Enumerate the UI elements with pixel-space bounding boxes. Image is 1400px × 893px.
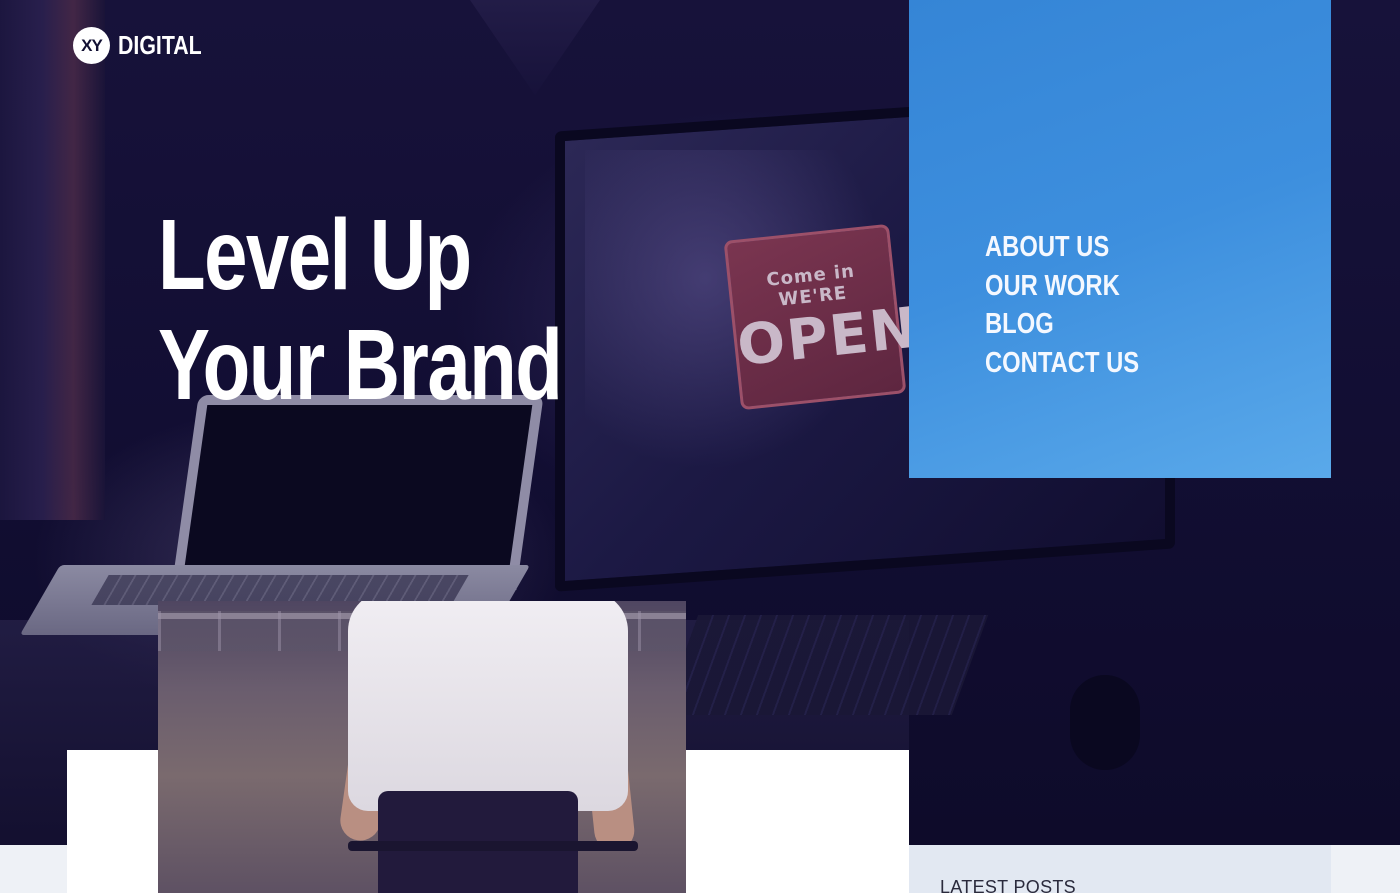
- nav-item-our-work[interactable]: OUR WORK: [985, 267, 1139, 306]
- photo-stick: [348, 841, 638, 851]
- open-sign-big-text: OPEN: [734, 295, 922, 380]
- laptop-screen: [171, 395, 544, 590]
- logo-text: DIGITAL: [118, 30, 202, 60]
- nav-list: ABOUT US OUR WORK BLOG CONTACT US: [985, 228, 1173, 382]
- nav-item-contact-us[interactable]: CONTACT US: [985, 344, 1139, 383]
- logo-badge: XY: [73, 27, 110, 64]
- nav-item-about-us[interactable]: ABOUT US: [985, 228, 1139, 267]
- latest-posts-panel: LATEST POSTS: [909, 845, 1331, 893]
- featured-photo[interactable]: [158, 601, 686, 893]
- curtain: [0, 0, 105, 520]
- ceiling-pillar: [470, 0, 600, 95]
- hero-title-line-2: Your Brand: [158, 309, 563, 421]
- nav-item-blog[interactable]: BLOG: [985, 305, 1139, 344]
- hero-title-line-1: Level Up: [158, 199, 472, 311]
- nav-panel: ABOUT US OUR WORK BLOG CONTACT US: [909, 0, 1331, 478]
- hero-title: Level Up Your Brand: [158, 200, 626, 420]
- logo-link[interactable]: XY DIGITAL: [73, 27, 220, 64]
- latest-posts-heading: LATEST POSTS: [940, 877, 1076, 893]
- desk-keyboard: [661, 615, 989, 715]
- photo-shirt: [348, 601, 628, 811]
- open-sign: Come in WE'RE OPEN: [723, 223, 922, 411]
- mouse: [1070, 675, 1140, 770]
- page: Come in WE'RE OPEN XY DIGITAL Level Up Y…: [0, 0, 1400, 893]
